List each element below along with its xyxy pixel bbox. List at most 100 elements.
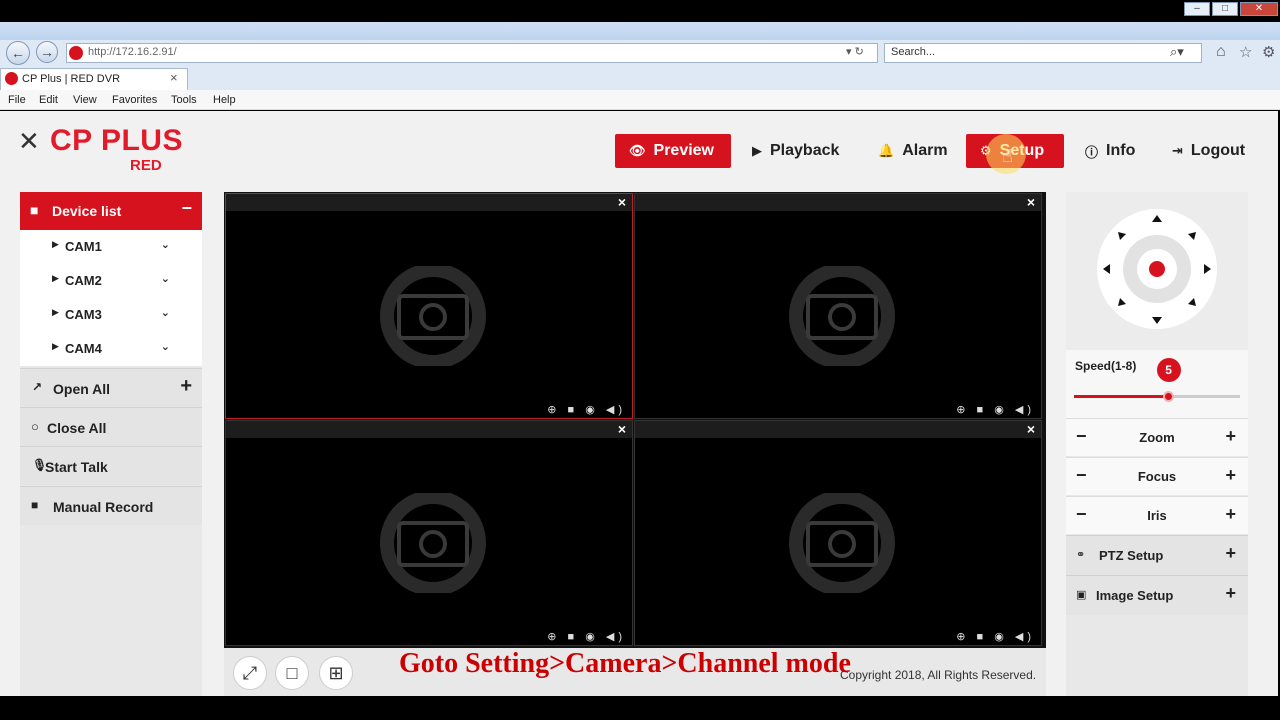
- hand-cursor-icon: ☝: [1002, 146, 1013, 166]
- start-talk-button[interactable]: 🎙 Start Talk: [20, 446, 202, 485]
- screen: – □ ✕ ← → http://172.16.2.91/ ▾ ↻ Search…: [0, 0, 1280, 720]
- menu-view[interactable]: View: [73, 94, 97, 106]
- bell-icon: 🔔: [878, 143, 895, 158]
- pane-titlebar: [226, 421, 632, 438]
- copyright-text: Copyright 2018, All Rights Reserved.: [840, 668, 1037, 682]
- menu-tools[interactable]: Tools: [171, 94, 197, 106]
- pane-titlebar: [635, 421, 1041, 438]
- iris-label: Iris: [1147, 508, 1167, 523]
- chevron-down-icon[interactable]: ⌄: [161, 306, 170, 319]
- close-pane-icon[interactable]: ×: [618, 421, 626, 437]
- video-pane[interactable]: × ⊕ ■ ◉ ◀): [634, 193, 1042, 419]
- logo-mark-icon: ✕: [18, 126, 40, 156]
- home-icon[interactable]: ⌂: [1216, 43, 1226, 61]
- caret-right-icon: ▶: [52, 239, 59, 249]
- no-camera-icon: [380, 266, 486, 366]
- info-button[interactable]: ⓘ Info: [1071, 134, 1149, 168]
- cam-label: CAM3: [65, 307, 102, 322]
- menu-help[interactable]: Help: [213, 94, 236, 106]
- video-pane[interactable]: × ⊕ ■ ◉ ◀): [225, 420, 633, 646]
- zoom-label: Zoom: [1139, 430, 1175, 445]
- favorites-star-icon[interactable]: ☆: [1239, 43, 1252, 61]
- close-window-button[interactable]: ✕: [1240, 2, 1278, 16]
- manual-record-label: Manual Record: [53, 499, 154, 515]
- pane-controls[interactable]: ⊕ ■ ◉ ◀): [956, 403, 1035, 416]
- chevron-down-icon[interactable]: ⌄: [161, 340, 170, 353]
- pane-controls[interactable]: ⊕ ■ ◉ ◀): [547, 403, 626, 416]
- cam-label: CAM2: [65, 273, 102, 288]
- image-setup-section[interactable]: ▣ Image Setup +: [1066, 575, 1248, 615]
- forward-icon[interactable]: →: [36, 41, 58, 63]
- fullscreen-icon[interactable]: ⤢: [233, 656, 267, 690]
- logout-label: Logout: [1190, 142, 1246, 159]
- logo-text: CP PLUS: [50, 124, 183, 157]
- video-pane[interactable]: × ⊕ ■ ◉ ◀): [225, 193, 633, 419]
- no-camera-icon: [380, 493, 486, 593]
- zoom-plus-button[interactable]: +: [1225, 426, 1236, 447]
- caret-right-icon: ▶: [52, 341, 59, 351]
- alarm-button[interactable]: 🔔 Alarm: [864, 134, 962, 168]
- ptz-setup-section[interactable]: ⚭ PTZ Setup +: [1066, 535, 1248, 575]
- pane-controls[interactable]: ⊕ ■ ◉ ◀): [956, 630, 1035, 643]
- eye-icon: 👁: [629, 143, 646, 158]
- plus-icon[interactable]: +: [180, 375, 192, 398]
- logout-icon: ⇥: [1172, 143, 1183, 158]
- playback-label: Playback: [770, 142, 840, 159]
- device-list-header[interactable]: ■ Device list −: [20, 192, 202, 230]
- ptz-direction-pad[interactable]: [1096, 208, 1218, 330]
- playback-button[interactable]: ▶ Playback: [738, 134, 853, 168]
- maximize-button[interactable]: □: [1212, 2, 1238, 16]
- speed-slider-handle[interactable]: [1162, 391, 1174, 402]
- single-view-icon[interactable]: □: [275, 656, 309, 690]
- pane-controls[interactable]: ⊕ ■ ◉ ◀): [547, 630, 626, 643]
- close-all-button[interactable]: ○ Close All: [20, 407, 202, 446]
- tab-close-icon[interactable]: ×: [170, 70, 178, 85]
- gear-icon[interactable]: ⚙: [1262, 43, 1275, 61]
- minimize-button[interactable]: –: [1184, 2, 1210, 16]
- refresh-icon[interactable]: ▾ ↻: [846, 45, 864, 58]
- quad-view-icon[interactable]: ⊞: [319, 656, 353, 690]
- pane-titlebar: [226, 194, 632, 211]
- open-all-label: Open All: [53, 381, 111, 397]
- menu-favorites[interactable]: Favorites: [112, 94, 157, 106]
- manual-record-button[interactable]: ■ Manual Record: [20, 486, 202, 525]
- info-icon: ⓘ: [1085, 144, 1099, 160]
- focus-plus-button[interactable]: +: [1225, 465, 1236, 486]
- back-icon[interactable]: ←: [6, 41, 30, 65]
- search-placeholder: Search...: [891, 46, 936, 58]
- image-icon: ▣: [1076, 589, 1087, 601]
- ptz-setup-label: PTZ Setup: [1099, 548, 1164, 563]
- cam-label: CAM4: [65, 341, 102, 356]
- cam-item[interactable]: ▶ CAM1 ⌄: [20, 230, 202, 264]
- search-icon[interactable]: ⌕▾: [1170, 44, 1184, 60]
- menu-edit[interactable]: Edit: [39, 94, 58, 106]
- cam-item[interactable]: ▶ CAM4 ⌄: [20, 332, 202, 366]
- pane-titlebar: [635, 194, 1041, 211]
- logout-button[interactable]: ⇥ Logout: [1158, 134, 1259, 168]
- speed-slider-track[interactable]: [1074, 395, 1240, 398]
- chevron-down-icon[interactable]: ⌄: [161, 238, 170, 251]
- close-pane-icon[interactable]: ×: [1027, 194, 1035, 210]
- ptz-setup-expand-icon[interactable]: +: [1225, 543, 1236, 564]
- cam-label: CAM1: [65, 239, 102, 254]
- close-pane-icon[interactable]: ×: [1027, 421, 1035, 437]
- address-bar[interactable]: [66, 43, 878, 63]
- alarm-label: Alarm: [902, 142, 948, 159]
- iris-row: − Iris +: [1066, 496, 1248, 534]
- zoom-row: − Zoom +: [1066, 418, 1248, 456]
- image-setup-expand-icon[interactable]: +: [1225, 583, 1236, 604]
- chevron-down-icon[interactable]: ⌄: [161, 272, 170, 285]
- menu-file[interactable]: File: [8, 94, 26, 106]
- cam-item[interactable]: ▶ CAM3 ⌄: [20, 298, 202, 332]
- close-pane-icon[interactable]: ×: [618, 194, 626, 210]
- cam-item[interactable]: ▶ CAM2 ⌄: [20, 264, 202, 298]
- focus-label: Focus: [1137, 469, 1177, 484]
- collapse-icon[interactable]: −: [181, 198, 192, 219]
- info-label: Info: [1106, 142, 1136, 159]
- open-all-button[interactable]: ↗ Open All +: [20, 368, 202, 407]
- iris-plus-button[interactable]: +: [1225, 504, 1236, 525]
- speed-label: Speed(1-8): [1075, 359, 1137, 373]
- preview-button[interactable]: 👁 Preview: [615, 134, 731, 168]
- tab-strip: [0, 68, 1280, 90]
- video-pane[interactable]: × ⊕ ■ ◉ ◀): [634, 420, 1042, 646]
